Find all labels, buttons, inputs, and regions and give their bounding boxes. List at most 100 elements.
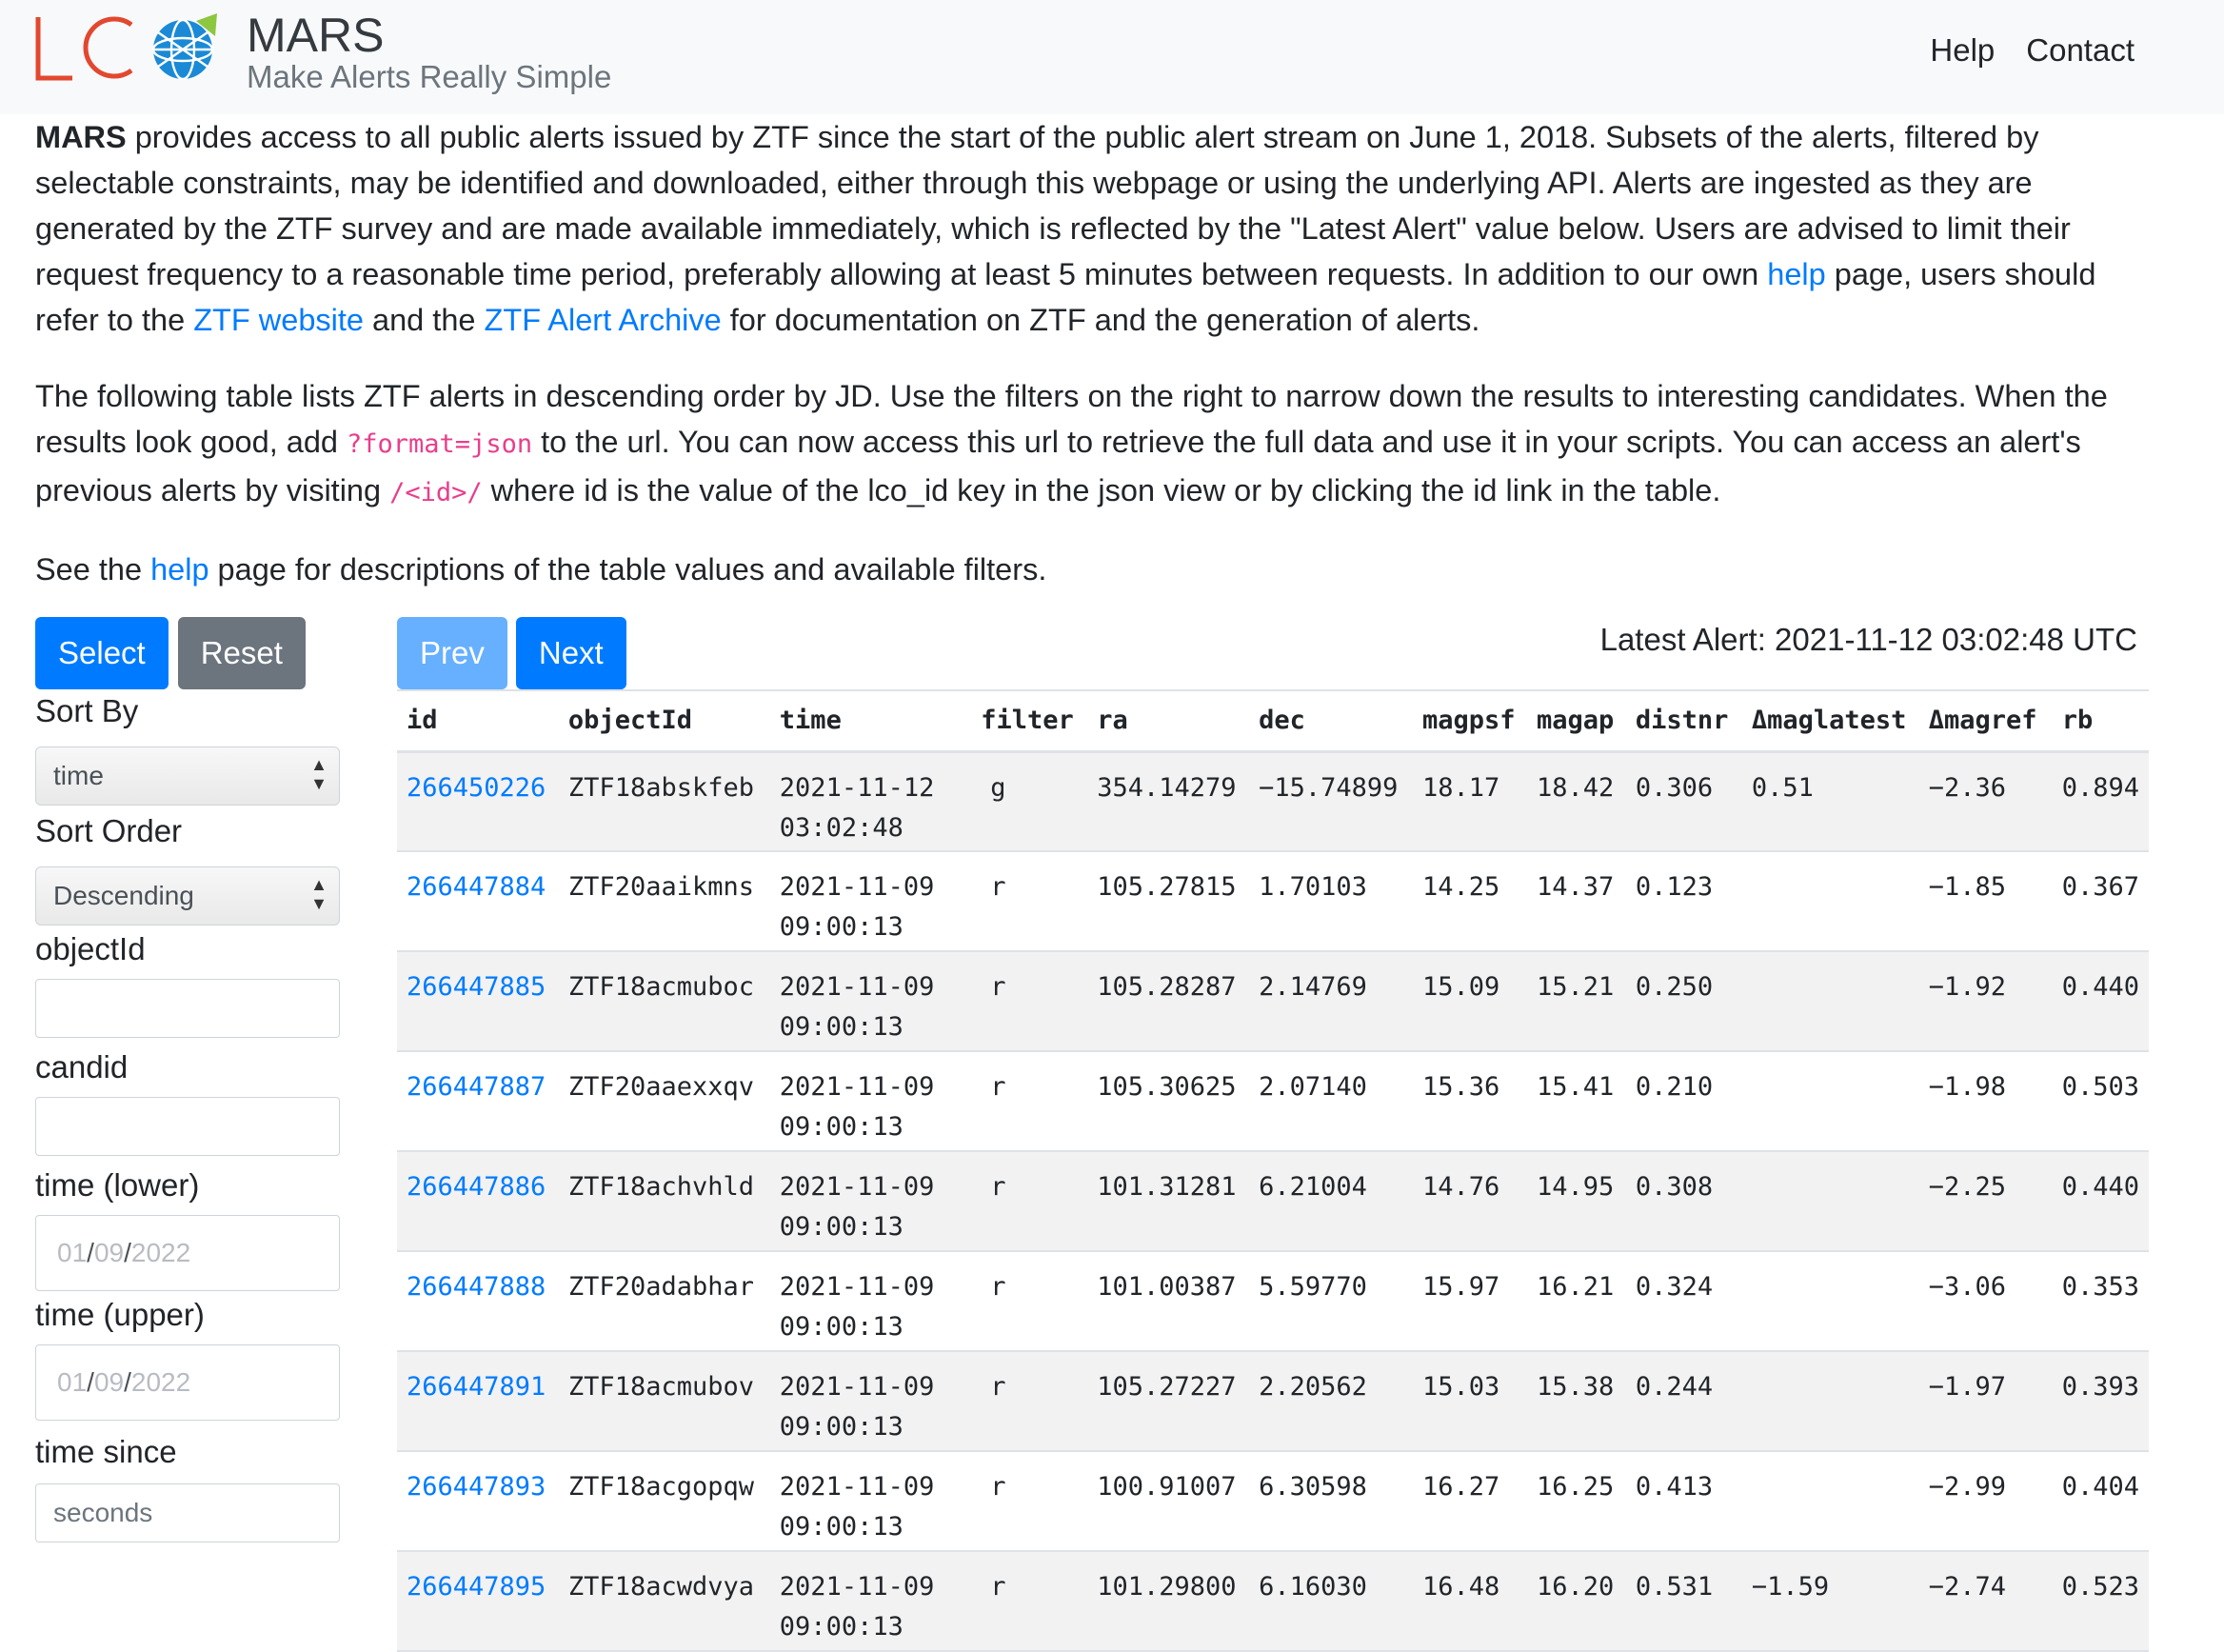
cell-rb: 0.393 — [2052, 1351, 2149, 1452]
intro-text-span: page for descriptions of the table value… — [208, 552, 1047, 587]
cell-time: 2021-11-09 09:00:13 — [769, 1251, 972, 1352]
cell-filter: r — [971, 1351, 1088, 1452]
time-date: 2021-11-12 — [779, 772, 935, 803]
col-distnr[interactable]: distnr — [1625, 689, 1742, 753]
objectid-label: objectId — [35, 931, 146, 966]
sort-by-value: time — [53, 761, 104, 790]
cell-filter: r — [971, 1551, 1088, 1652]
alert-id-link[interactable]: 266447887 — [407, 1072, 546, 1102]
cell-objectid: ZTF20aaexxqv — [558, 1051, 770, 1152]
ztf-archive-link[interactable]: ZTF Alert Archive — [485, 303, 722, 337]
cell-filter: r — [971, 1151, 1088, 1252]
ztf-website-link[interactable]: ZTF website — [193, 303, 364, 337]
time-since-input[interactable]: seconds — [35, 1483, 340, 1543]
cell-ra: 105.27227 — [1087, 1351, 1250, 1452]
cell-ra: 101.29800 — [1087, 1551, 1250, 1652]
alert-id-link[interactable]: 266447891 — [407, 1372, 546, 1402]
col-id[interactable]: id — [397, 689, 559, 753]
cell-dmagref: −2.25 — [1918, 1151, 2053, 1252]
col-ra[interactable]: ra — [1087, 689, 1250, 753]
time-lower-label: time (lower) — [35, 1167, 200, 1203]
cell-ra: 105.30625 — [1087, 1051, 1250, 1152]
cell-magpsf: 16.48 — [1413, 1551, 1527, 1652]
table-row: 266447895 ZTF18acwdvya 2021-11-09 09:00:13 r… — [397, 1551, 2149, 1652]
alert-id-link[interactable]: 266450226 — [407, 773, 546, 803]
col-dec[interactable]: dec — [1249, 689, 1413, 753]
col-magpsf[interactable]: magpsf — [1413, 689, 1527, 753]
cell-objectid: ZTF18acgopqw — [558, 1451, 770, 1552]
alert-id-link[interactable]: 266447884 — [407, 872, 546, 902]
table-row: 266447885 ZTF18acmuboc 2021-11-09 09:00:13 r… — [397, 951, 2149, 1052]
sort-order-select[interactable]: Descending ▲ ▼ — [35, 866, 340, 926]
time-upper-input[interactable]: 01/09/2022 — [35, 1344, 340, 1421]
cell-objectid: ZTF20adabhar — [558, 1251, 770, 1352]
prev-button[interactable]: Prev — [397, 617, 507, 689]
table-row: 266447893 ZTF18acgopqw 2021-11-09 09:00:13 r… — [397, 1451, 2149, 1552]
cell-objectid: ZTF18achvhld — [558, 1151, 770, 1252]
mars-bold: MARS — [35, 120, 127, 154]
col-filter[interactable]: filter — [971, 689, 1088, 753]
intro-paragraph-1: MARS provides access to all public alert… — [35, 114, 2139, 343]
col-objectid[interactable]: objectId — [558, 689, 770, 753]
cell-magpsf: 15.36 — [1413, 1051, 1527, 1152]
cell-id: 266447895 — [397, 1551, 559, 1652]
cell-filter: r — [971, 1251, 1088, 1352]
cell-filter: g — [971, 751, 1088, 852]
help-link-2[interactable]: help — [150, 552, 208, 587]
nav-links: Help Contact — [1930, 32, 2135, 69]
cell-id: 266447885 — [397, 951, 559, 1052]
reset-button[interactable]: Reset — [177, 617, 306, 689]
cell-dmagref: −2.74 — [1918, 1551, 2053, 1652]
col-dmaglatest[interactable]: Δmaglatest — [1741, 689, 1919, 753]
cell-magap: 18.42 — [1526, 751, 1626, 852]
cell-dmaglatest — [1741, 1351, 1919, 1452]
cell-time: 2021-11-09 09:00:13 — [769, 1351, 972, 1452]
cell-dmaglatest — [1741, 851, 1919, 952]
candid-input[interactable] — [35, 1097, 340, 1156]
cell-dmagref: −2.99 — [1918, 1451, 2053, 1552]
nav-contact-link[interactable]: Contact — [2026, 32, 2135, 69]
cell-id: 266447891 — [397, 1351, 559, 1452]
alert-id-link[interactable]: 266447886 — [407, 1172, 546, 1202]
date-yyyy: 2022 — [130, 1367, 191, 1397]
help-link[interactable]: help — [1767, 257, 1825, 291]
select-button[interactable]: Select — [35, 617, 169, 689]
cell-distnr: 0.306 — [1625, 751, 1742, 852]
cell-objectid: ZTF18acmubov — [558, 1351, 770, 1452]
next-button[interactable]: Next — [515, 617, 626, 689]
sort-by-label: Sort By — [35, 693, 139, 728]
intro-text-span: for documentation on ZTF and the generat… — [721, 303, 1480, 337]
alert-id-link[interactable]: 266447895 — [407, 1572, 546, 1602]
alert-id-link[interactable]: 266447885 — [407, 972, 546, 1002]
cell-distnr: 0.123 — [1625, 851, 1742, 952]
cell-magpsf: 15.97 — [1413, 1251, 1527, 1352]
time-date: 2021-11-09 — [779, 1072, 935, 1102]
cell-distnr: 0.250 — [1625, 951, 1742, 1052]
time-lower-input[interactable]: 01/09/2022 — [35, 1215, 340, 1291]
cell-dmagref: −2.36 — [1918, 751, 2053, 852]
alert-id-link[interactable]: 266447893 — [407, 1472, 546, 1502]
lco-logo[interactable] — [34, 11, 221, 84]
sort-by-select[interactable]: time ▲ ▼ — [35, 746, 340, 806]
col-rb[interactable]: rb — [2052, 689, 2149, 753]
cell-dmaglatest: 0.51 — [1741, 751, 1919, 852]
cell-dmagref: −1.85 — [1918, 851, 2053, 952]
cell-ra: 101.31281 — [1087, 1151, 1250, 1252]
alert-id-link[interactable]: 266447888 — [407, 1272, 546, 1302]
cell-dmagref: −1.92 — [1918, 951, 2053, 1052]
objectid-input[interactable] — [35, 979, 340, 1038]
col-dmagref[interactable]: Δmagref — [1918, 689, 2053, 753]
cell-time: 2021-11-12 03:02:48 — [769, 751, 972, 852]
alerts-table: id objectId time filter ra dec magpsf ma… — [397, 689, 2149, 1652]
brand-title[interactable]: MARS — [247, 8, 384, 63]
cell-dmaglatest — [1741, 1451, 1919, 1552]
col-magap[interactable]: magap — [1526, 689, 1626, 753]
intro-text-span: and the — [364, 303, 485, 337]
cell-rb: 0.367 — [2052, 851, 2149, 952]
sort-order-value: Descending — [53, 881, 194, 910]
date-separator: / — [124, 1238, 131, 1267]
cell-time: 2021-11-09 09:00:13 — [769, 1051, 972, 1152]
col-time[interactable]: time — [769, 689, 972, 753]
cell-dec: 6.16030 — [1249, 1551, 1413, 1652]
nav-help-link[interactable]: Help — [1930, 32, 1995, 69]
